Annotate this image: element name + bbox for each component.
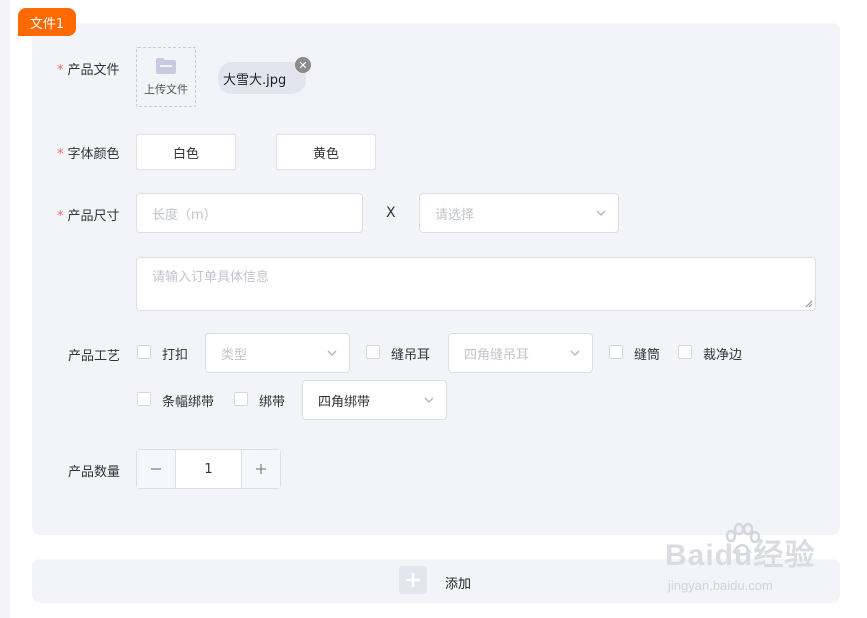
upload-file-label: 上传文件	[144, 83, 188, 96]
checkbox-caijingbian-label: 裁净边	[703, 348, 743, 363]
decrement-button[interactable]	[137, 450, 175, 488]
size-select[interactable]: 请选择	[419, 193, 619, 233]
diaoer-select[interactable]: 四角缝吊耳	[448, 333, 593, 373]
checkbox-dakou[interactable]	[137, 345, 151, 359]
checkbox-diaoer-label: 缝吊耳	[391, 348, 431, 363]
process-label: 产品工艺	[68, 349, 121, 364]
chevron-down-icon	[570, 350, 580, 356]
chevron-down-icon	[596, 210, 606, 216]
checkbox-bangdai-label: 绑带	[259, 395, 286, 410]
chevron-down-icon	[424, 397, 434, 403]
checkbox-bangdai[interactable]	[234, 392, 248, 406]
color-option-white[interactable]: 白色	[136, 134, 236, 170]
close-icon[interactable]: ✕	[295, 57, 311, 73]
dakou-type-placeholder: 类型	[221, 347, 248, 363]
required-mark: *	[57, 209, 64, 224]
checkbox-fengtong-label: 缝筒	[634, 348, 661, 363]
plus-icon	[256, 464, 266, 474]
upload-file-button[interactable]: 上传文件	[136, 47, 196, 107]
file-tab[interactable]: 文件1	[18, 8, 76, 36]
checkbox-tiaofu-bangdai-label: 条幅绑带	[162, 395, 215, 410]
checkbox-fengtong[interactable]	[609, 345, 623, 359]
chevron-down-icon	[327, 350, 337, 356]
required-mark: *	[57, 63, 64, 78]
bangdai-select-value: 四角绑带	[318, 394, 371, 410]
color-option-yellow[interactable]: 黄色	[276, 134, 376, 170]
diaoer-placeholder: 四角缝吊耳	[464, 347, 530, 363]
size-separator: X	[386, 205, 396, 221]
length-input[interactable]: 长度（m）	[136, 193, 363, 233]
checkbox-diaoer[interactable]	[366, 345, 380, 359]
checkbox-tiaofu-bangdai[interactable]	[137, 392, 151, 406]
order-info-placeholder: 请输入订单具体信息	[152, 270, 270, 285]
required-mark: *	[57, 147, 64, 162]
product-size-label: * 产品尺寸	[57, 205, 120, 224]
bangdai-select[interactable]: 四角绑带	[302, 380, 447, 420]
font-color-label-text: 字体颜色	[67, 147, 120, 162]
product-size-label-text: 产品尺寸	[67, 209, 120, 224]
checkbox-dakou-label: 打扣	[162, 348, 189, 363]
quantity-value[interactable]: 1	[175, 450, 242, 488]
add-button[interactable]	[32, 559, 840, 603]
product-file-label-text: 产品文件	[67, 63, 120, 78]
order-info-textarea[interactable]: 请输入订单具体信息	[136, 257, 816, 311]
font-color-label: * 字体颜色	[57, 143, 120, 162]
dakou-type-select[interactable]: 类型	[205, 333, 350, 373]
quantity-label: 产品数量	[68, 465, 121, 480]
quantity-stepper[interactable]: 1	[136, 449, 281, 489]
left-rail	[0, 0, 10, 618]
size-select-placeholder: 请选择	[435, 207, 475, 223]
plus-icon[interactable]	[399, 566, 427, 594]
increment-button[interactable]	[242, 450, 280, 488]
uploaded-file-chip[interactable]: 大雪大.jpg	[218, 62, 306, 94]
folder-icon	[156, 58, 176, 74]
uploaded-file-name: 大雪大.jpg	[223, 72, 287, 88]
length-placeholder: 长度（m）	[152, 207, 217, 223]
add-button-label[interactable]: 添加	[445, 573, 471, 592]
minus-icon	[151, 468, 161, 470]
checkbox-caijingbian[interactable]	[678, 345, 692, 359]
resize-handle-icon[interactable]	[805, 300, 813, 308]
product-file-label: * 产品文件	[57, 59, 120, 78]
